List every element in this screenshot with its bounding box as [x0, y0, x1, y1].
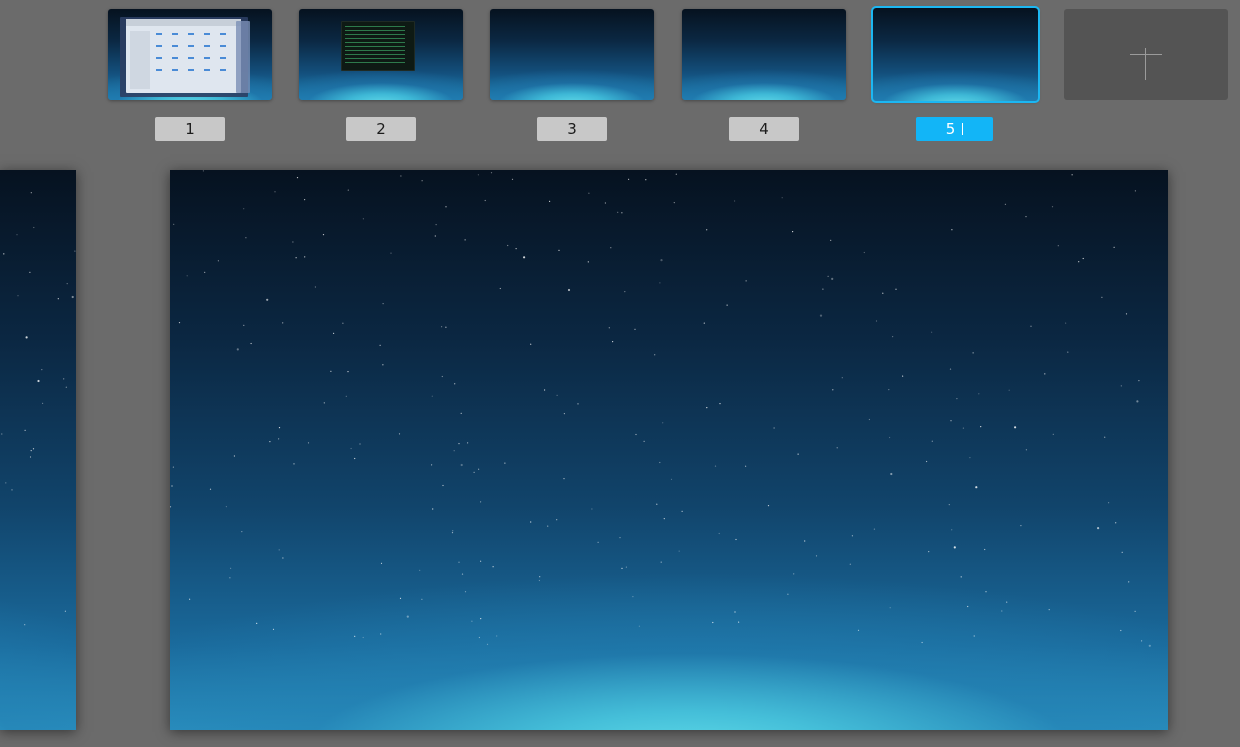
window-preview-file-manager: [126, 19, 241, 93]
workspace-label-3[interactable]: 3: [537, 117, 607, 141]
workspace-label-2[interactable]: 2: [346, 117, 416, 141]
workspace-thumbnail-4[interactable]: [682, 9, 846, 100]
previous-workspace-preview[interactable]: [0, 170, 76, 730]
text-caret: [962, 123, 964, 135]
window-preview-terminal: [341, 21, 415, 71]
workspace-label-5-editing[interactable]: 5: [916, 117, 993, 141]
starfield: [1, 192, 76, 626]
current-workspace-preview: [170, 170, 1168, 730]
workspace-switcher: 1 2 3 4 5: [0, 0, 1240, 747]
workspace-label-1[interactable]: 1: [155, 117, 225, 141]
add-workspace-button[interactable]: [1064, 9, 1228, 100]
workspace-label-5-text: 5: [945, 120, 956, 138]
window-preview-side: [236, 21, 250, 93]
workspace-thumbnail-1[interactable]: [108, 9, 272, 100]
starfield: [170, 170, 1151, 647]
workspace-thumbnail-2[interactable]: [299, 9, 463, 100]
workspace-label-4[interactable]: 4: [729, 117, 799, 141]
workspace-thumbnail-5[interactable]: [871, 6, 1040, 103]
workspace-thumbnail-3[interactable]: [490, 9, 654, 100]
